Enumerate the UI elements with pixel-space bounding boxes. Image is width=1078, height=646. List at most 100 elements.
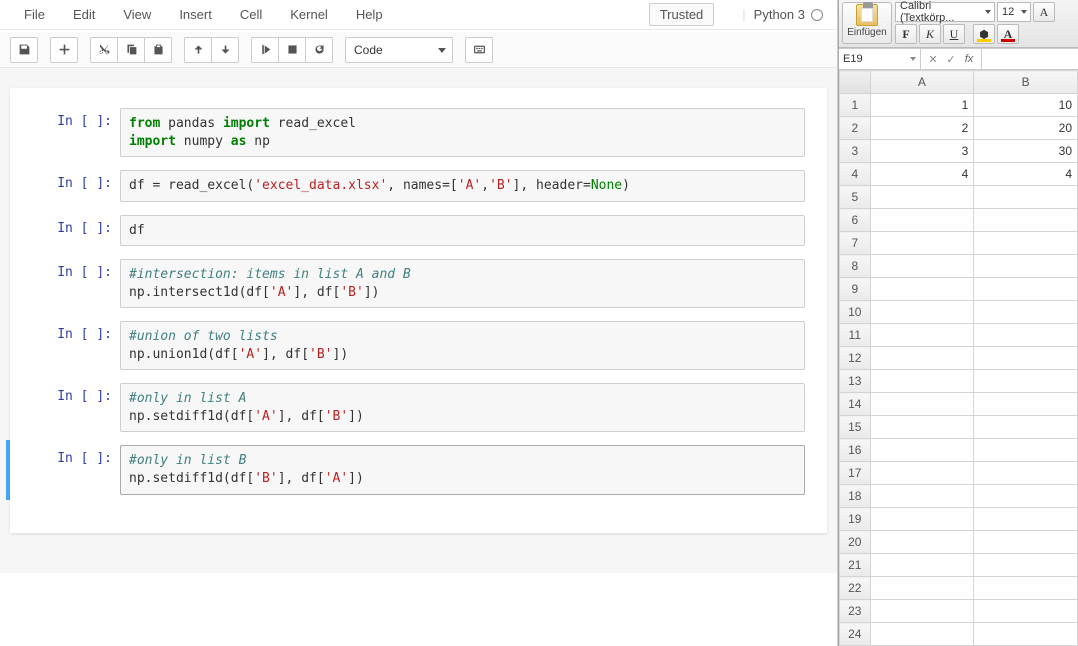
menu-edit[interactable]: Edit bbox=[59, 3, 109, 26]
cell-A5[interactable] bbox=[870, 186, 974, 209]
select-all-corner[interactable] bbox=[840, 71, 871, 94]
command-palette-button[interactable] bbox=[465, 37, 493, 63]
row-header-11[interactable]: 11 bbox=[840, 324, 871, 347]
cell-A12[interactable] bbox=[870, 347, 974, 370]
code-cell[interactable]: In [ ]: df = read_excel('excel_data.xlsx… bbox=[10, 165, 827, 207]
row-header-9[interactable]: 9 bbox=[840, 278, 871, 301]
cell-type-select[interactable]: Code bbox=[345, 37, 453, 63]
kernel-indicator[interactable]: Python 3 bbox=[754, 7, 823, 22]
row-header-24[interactable]: 24 bbox=[840, 623, 871, 646]
cut-button[interactable] bbox=[90, 37, 118, 63]
cell-A1[interactable]: 1 bbox=[870, 94, 974, 117]
code-cell[interactable]: In [ ]: #only in list B np.setdiff1d(df[… bbox=[6, 440, 827, 499]
menu-kernel[interactable]: Kernel bbox=[276, 3, 342, 26]
row-header-1[interactable]: 1 bbox=[840, 94, 871, 117]
row-header-8[interactable]: 8 bbox=[840, 255, 871, 278]
cell-A20[interactable] bbox=[870, 531, 974, 554]
cell-B24[interactable] bbox=[974, 623, 1078, 646]
code-input[interactable]: #union of two lists np.union1d(df['A'], … bbox=[120, 321, 805, 370]
trusted-indicator[interactable]: Trusted bbox=[649, 3, 715, 26]
code-input[interactable]: #only in list B np.setdiff1d(df['B'], df… bbox=[120, 445, 805, 494]
paste-button[interactable] bbox=[144, 37, 172, 63]
row-header-10[interactable]: 10 bbox=[840, 301, 871, 324]
code-cell[interactable]: In [ ]: #only in list A np.setdiff1d(df[… bbox=[10, 378, 827, 437]
spreadsheet-grid[interactable]: AB11102220333044456789101112131415161718… bbox=[839, 70, 1078, 646]
cell-B6[interactable] bbox=[974, 209, 1078, 232]
cell-A16[interactable] bbox=[870, 439, 974, 462]
cell-A23[interactable] bbox=[870, 600, 974, 623]
cell-A7[interactable] bbox=[870, 232, 974, 255]
row-header-7[interactable]: 7 bbox=[840, 232, 871, 255]
bold-button[interactable]: F bbox=[895, 24, 917, 44]
row-header-3[interactable]: 3 bbox=[840, 140, 871, 163]
cell-A21[interactable] bbox=[870, 554, 974, 577]
row-header-22[interactable]: 22 bbox=[840, 577, 871, 600]
menu-insert[interactable]: Insert bbox=[165, 3, 226, 26]
cell-B8[interactable] bbox=[974, 255, 1078, 278]
accept-icon[interactable]: ✓ bbox=[945, 53, 957, 65]
code-input[interactable]: from pandas import read_excel import num… bbox=[120, 108, 805, 157]
cell-B18[interactable] bbox=[974, 485, 1078, 508]
cancel-icon[interactable]: ✕ bbox=[927, 53, 939, 65]
cell-A4[interactable]: 4 bbox=[870, 163, 974, 186]
font-name-select[interactable]: Calibri (Textkörp... bbox=[895, 2, 995, 22]
cell-B19[interactable] bbox=[974, 508, 1078, 531]
row-header-5[interactable]: 5 bbox=[840, 186, 871, 209]
row-header-15[interactable]: 15 bbox=[840, 416, 871, 439]
row-header-18[interactable]: 18 bbox=[840, 485, 871, 508]
menu-view[interactable]: View bbox=[109, 3, 165, 26]
cell-A13[interactable] bbox=[870, 370, 974, 393]
cell-B15[interactable] bbox=[974, 416, 1078, 439]
cell-B4[interactable]: 4 bbox=[974, 163, 1078, 186]
row-header-20[interactable]: 20 bbox=[840, 531, 871, 554]
cell-A3[interactable]: 3 bbox=[870, 140, 974, 163]
cell-B3[interactable]: 30 bbox=[974, 140, 1078, 163]
cell-A18[interactable] bbox=[870, 485, 974, 508]
cell-A24[interactable] bbox=[870, 623, 974, 646]
row-header-16[interactable]: 16 bbox=[840, 439, 871, 462]
cell-B22[interactable] bbox=[974, 577, 1078, 600]
menu-help[interactable]: Help bbox=[342, 3, 397, 26]
cell-A2[interactable]: 2 bbox=[870, 117, 974, 140]
menu-file[interactable]: File bbox=[10, 3, 59, 26]
cell-B21[interactable] bbox=[974, 554, 1078, 577]
stop-button[interactable] bbox=[278, 37, 306, 63]
cell-B14[interactable] bbox=[974, 393, 1078, 416]
column-header-B[interactable]: B bbox=[974, 71, 1078, 94]
code-cell[interactable]: In [ ]: df bbox=[10, 210, 827, 252]
row-header-6[interactable]: 6 bbox=[840, 209, 871, 232]
menu-cell[interactable]: Cell bbox=[226, 3, 276, 26]
name-box[interactable]: E19 bbox=[839, 49, 921, 69]
code-cell[interactable]: In [ ]: #intersection: items in list A a… bbox=[10, 254, 827, 313]
code-input[interactable]: #only in list A np.setdiff1d(df['A'], df… bbox=[120, 383, 805, 432]
cell-B9[interactable] bbox=[974, 278, 1078, 301]
code-input[interactable]: df bbox=[120, 215, 805, 247]
cell-B12[interactable] bbox=[974, 347, 1078, 370]
cell-B17[interactable] bbox=[974, 462, 1078, 485]
row-header-17[interactable]: 17 bbox=[840, 462, 871, 485]
underline-button[interactable]: U bbox=[943, 24, 965, 44]
cell-B1[interactable]: 10 bbox=[974, 94, 1078, 117]
code-cell[interactable]: In [ ]: #union of two lists np.union1d(d… bbox=[10, 316, 827, 375]
row-header-19[interactable]: 19 bbox=[840, 508, 871, 531]
row-header-4[interactable]: 4 bbox=[840, 163, 871, 186]
cell-A8[interactable] bbox=[870, 255, 974, 278]
move-down-button[interactable] bbox=[211, 37, 239, 63]
cell-B5[interactable] bbox=[974, 186, 1078, 209]
fill-color-button[interactable]: ⬢ bbox=[973, 24, 995, 44]
cell-B10[interactable] bbox=[974, 301, 1078, 324]
cell-B11[interactable] bbox=[974, 324, 1078, 347]
move-up-button[interactable] bbox=[184, 37, 212, 63]
row-header-23[interactable]: 23 bbox=[840, 600, 871, 623]
cell-B7[interactable] bbox=[974, 232, 1078, 255]
cell-A15[interactable] bbox=[870, 416, 974, 439]
cell-B2[interactable]: 20 bbox=[974, 117, 1078, 140]
cell-A14[interactable] bbox=[870, 393, 974, 416]
restart-button[interactable] bbox=[305, 37, 333, 63]
add-cell-button[interactable] bbox=[50, 37, 78, 63]
code-cell[interactable]: In [ ]: from pandas import read_excel im… bbox=[10, 103, 827, 162]
cell-A22[interactable] bbox=[870, 577, 974, 600]
cell-A17[interactable] bbox=[870, 462, 974, 485]
column-header-A[interactable]: A bbox=[870, 71, 974, 94]
row-header-2[interactable]: 2 bbox=[840, 117, 871, 140]
